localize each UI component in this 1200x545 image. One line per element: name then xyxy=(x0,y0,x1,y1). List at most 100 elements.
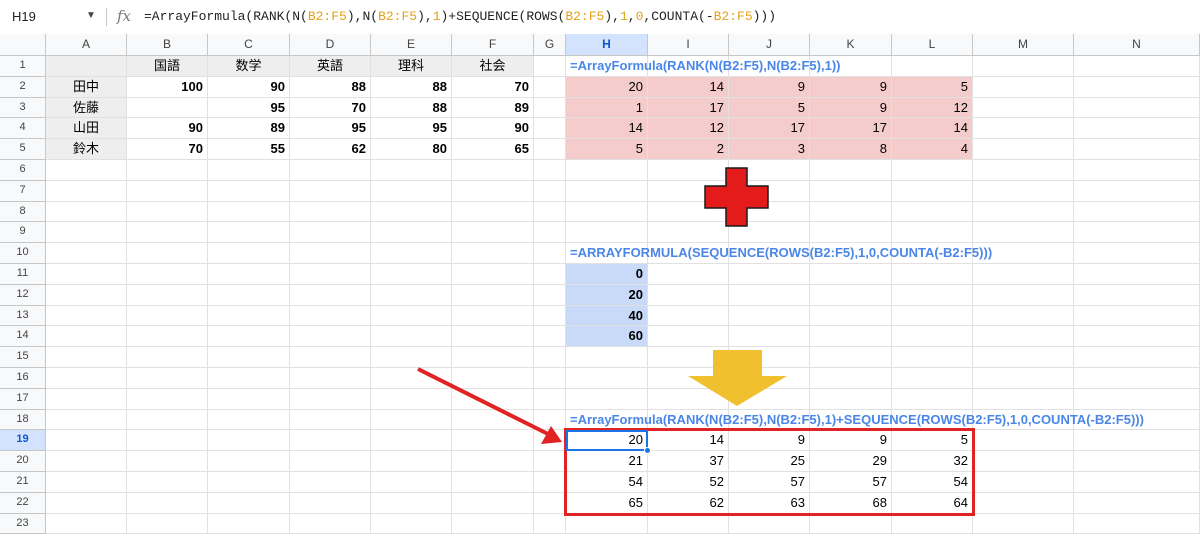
cell-j15[interactable] xyxy=(729,347,810,368)
column-header-d[interactable]: D xyxy=(290,34,371,56)
cell-f18[interactable] xyxy=(452,409,534,431)
row-header-4[interactable]: 4 xyxy=(0,118,46,140)
cell-k9[interactable] xyxy=(810,222,892,244)
cell-g10[interactable] xyxy=(534,243,566,264)
row-header-9[interactable]: 9 xyxy=(0,222,46,244)
cell-b4[interactable]: 90 xyxy=(127,118,208,140)
cell-m6[interactable] xyxy=(973,160,1074,181)
cell-j14[interactable] xyxy=(729,326,810,348)
cell-h3[interactable]: 1 xyxy=(566,97,648,119)
cell-n11[interactable] xyxy=(1074,264,1200,285)
cell-l22[interactable]: 64 xyxy=(892,492,973,514)
cell-k20[interactable]: 29 xyxy=(810,451,892,472)
name-box[interactable]: H19 xyxy=(12,9,36,24)
cell-d20[interactable] xyxy=(290,451,371,472)
cell-k14[interactable] xyxy=(810,326,892,348)
cell-g23[interactable] xyxy=(534,513,566,535)
cell-n20[interactable] xyxy=(1074,451,1200,472)
cell-l9[interactable] xyxy=(892,222,973,244)
cell-e18[interactable] xyxy=(371,409,452,431)
cell-i17[interactable] xyxy=(648,388,729,410)
row-header-8[interactable]: 8 xyxy=(0,201,46,223)
cell-d5[interactable]: 62 xyxy=(290,139,371,160)
cell-h16[interactable] xyxy=(566,368,648,389)
cell-h9[interactable] xyxy=(566,222,648,244)
column-header-j[interactable]: J xyxy=(729,34,810,56)
cell-c22[interactable] xyxy=(208,492,290,514)
cell-e4[interactable]: 95 xyxy=(371,118,452,140)
cell-g22[interactable] xyxy=(534,492,566,514)
cell-h22[interactable]: 65 xyxy=(566,492,648,514)
cell-i15[interactable] xyxy=(648,347,729,368)
cell-n12[interactable] xyxy=(1074,284,1200,306)
cell-e3[interactable]: 88 xyxy=(371,97,452,119)
cell-l8[interactable] xyxy=(892,201,973,223)
cell-f20[interactable] xyxy=(452,451,534,472)
row-header-14[interactable]: 14 xyxy=(0,326,46,348)
cell-b21[interactable] xyxy=(127,472,208,493)
cell-a6[interactable] xyxy=(46,160,127,181)
cell-l13[interactable] xyxy=(892,305,973,327)
cell-d8[interactable] xyxy=(290,201,371,223)
cell-c23[interactable] xyxy=(208,513,290,535)
cell-j17[interactable] xyxy=(729,388,810,410)
row-header-18[interactable]: 18 xyxy=(0,409,46,431)
cell-l16[interactable] xyxy=(892,368,973,389)
formula-input[interactable]: =ArrayFormula(RANK(N(B2:F5),N(B2:F5),1)+… xyxy=(144,9,776,24)
cell-a2[interactable]: 田中 xyxy=(46,76,127,98)
cell-e2[interactable]: 88 xyxy=(371,76,452,98)
cell-m20[interactable] xyxy=(973,451,1074,472)
select-all-corner[interactable] xyxy=(0,34,46,56)
cell-k6[interactable] xyxy=(810,160,892,181)
cell-l12[interactable] xyxy=(892,284,973,306)
cell-n2[interactable] xyxy=(1074,76,1200,98)
cell-h15[interactable] xyxy=(566,347,648,368)
cell-a20[interactable] xyxy=(46,451,127,472)
cell-k15[interactable] xyxy=(810,347,892,368)
row-header-7[interactable]: 7 xyxy=(0,180,46,202)
cell-j3[interactable]: 5 xyxy=(729,97,810,119)
column-header-g[interactable]: G xyxy=(534,34,566,56)
row-header-23[interactable]: 23 xyxy=(0,513,46,535)
cell-l4[interactable]: 14 xyxy=(892,118,973,140)
cell-c19[interactable] xyxy=(208,430,290,452)
cell-i2[interactable]: 14 xyxy=(648,76,729,98)
cell-j11[interactable] xyxy=(729,264,810,285)
column-header-n[interactable]: N xyxy=(1074,34,1200,56)
cell-a12[interactable] xyxy=(46,284,127,306)
cell-h7[interactable] xyxy=(566,180,648,202)
cell-d15[interactable] xyxy=(290,347,371,368)
cell-a1[interactable] xyxy=(46,56,127,77)
cell-a4[interactable]: 山田 xyxy=(46,118,127,140)
cell-e23[interactable] xyxy=(371,513,452,535)
cell-a5[interactable]: 鈴木 xyxy=(46,139,127,160)
cell-f7[interactable] xyxy=(452,180,534,202)
cell-d16[interactable] xyxy=(290,368,371,389)
cell-f9[interactable] xyxy=(452,222,534,244)
cell-d18[interactable] xyxy=(290,409,371,431)
cell-l11[interactable] xyxy=(892,264,973,285)
cell-i12[interactable] xyxy=(648,284,729,306)
cell-c17[interactable] xyxy=(208,388,290,410)
cell-g17[interactable] xyxy=(534,388,566,410)
cell-d17[interactable] xyxy=(290,388,371,410)
cell-n4[interactable] xyxy=(1074,118,1200,140)
cell-c15[interactable] xyxy=(208,347,290,368)
cell-h12[interactable]: 20 xyxy=(566,284,648,306)
row-header-2[interactable]: 2 xyxy=(0,76,46,98)
cell-g2[interactable] xyxy=(534,76,566,98)
cell-a19[interactable] xyxy=(46,430,127,452)
cell-k19[interactable]: 9 xyxy=(810,430,892,452)
cell-i19[interactable]: 14 xyxy=(648,430,729,452)
cell-n13[interactable] xyxy=(1074,305,1200,327)
cell-b20[interactable] xyxy=(127,451,208,472)
cell-e21[interactable] xyxy=(371,472,452,493)
cell-c20[interactable] xyxy=(208,451,290,472)
cell-f3[interactable]: 89 xyxy=(452,97,534,119)
cell-c14[interactable] xyxy=(208,326,290,348)
cell-h14[interactable]: 60 xyxy=(566,326,648,348)
row-header-19[interactable]: 19 xyxy=(0,430,46,452)
cell-k21[interactable]: 57 xyxy=(810,472,892,493)
cell-d10[interactable] xyxy=(290,243,371,264)
cell-c7[interactable] xyxy=(208,180,290,202)
